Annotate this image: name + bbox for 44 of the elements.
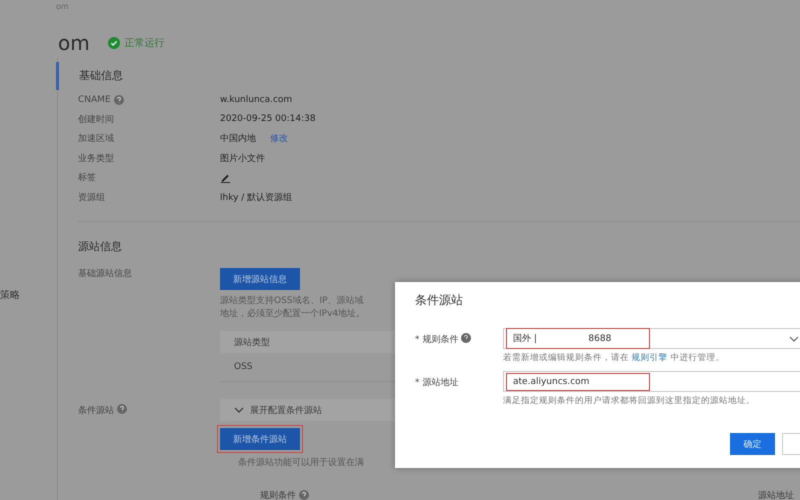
page-title: om	[58, 31, 90, 55]
help-icon[interactable]	[461, 333, 472, 343]
hint-text: 若需新增或编辑规则条件，请在 规则引擎 中进行管理。	[503, 352, 726, 364]
expander-label: 展开配置条件源站	[250, 404, 322, 416]
field-label: 业务类型	[78, 152, 114, 165]
chevron-icon	[789, 336, 799, 342]
field-label: 创建时间	[78, 114, 114, 126]
add-button[interactable]: 新增源站信息	[220, 268, 300, 290]
status-text: 正常运行	[124, 36, 165, 50]
field-value: lhky / 默认资源组	[220, 192, 292, 204]
field-label: 条件源站	[78, 404, 114, 417]
description-text: 源站类型支持OSS域名、IP、源站域	[220, 295, 364, 308]
dialog-title: 条件源站	[415, 292, 464, 309]
help-icon[interactable]	[299, 490, 309, 500]
field-label: 加速区域	[78, 132, 114, 146]
field-label: * 源站地址	[415, 376, 458, 389]
field-label: CNAME	[78, 94, 111, 105]
table-cell: OSS	[234, 362, 253, 372]
select-field[interactable]: 国外 | 8688	[503, 328, 800, 349]
field-value: w.kunlunca.com	[220, 94, 292, 105]
field-label: 基础源站信息	[78, 268, 132, 280]
sidebar-item[interactable]: 策略	[0, 288, 57, 302]
input-field[interactable]: ate.aliyuncs.com	[503, 371, 800, 392]
field-value: 图片小文件	[220, 152, 265, 165]
help-icon[interactable]	[114, 94, 124, 105]
confirm-button[interactable]: 确定	[730, 433, 776, 455]
field-value: 2020-09-25 00:14:38	[220, 114, 316, 124]
section-heading: 源站信息	[77, 239, 123, 255]
column-header: 源站地址	[758, 490, 794, 500]
edit-link[interactable]: 修改	[270, 132, 288, 146]
check-circle-icon	[108, 37, 120, 49]
hint-text: 满足指定规则条件的用户请求都将回源到这里指定的源站地址。	[503, 395, 756, 407]
column-header: 规则条件	[260, 490, 296, 500]
field-label: * 规则条件	[415, 334, 458, 346]
description-text: 条件源站功能可以用于设置在满	[237, 457, 364, 470]
rule-engine-link[interactable]: 规则引擎	[632, 353, 668, 363]
section-heading: 基础信息	[56, 62, 800, 90]
field-label: 标签	[78, 172, 96, 184]
field-value: 中国内地	[220, 132, 256, 146]
help-icon[interactable]	[117, 404, 127, 414]
column-header: 源站类型	[234, 336, 270, 348]
pencil-icon[interactable]	[220, 172, 231, 184]
field-label: 资源组	[78, 192, 105, 204]
add-button[interactable]: 新增条件源站	[220, 428, 300, 450]
